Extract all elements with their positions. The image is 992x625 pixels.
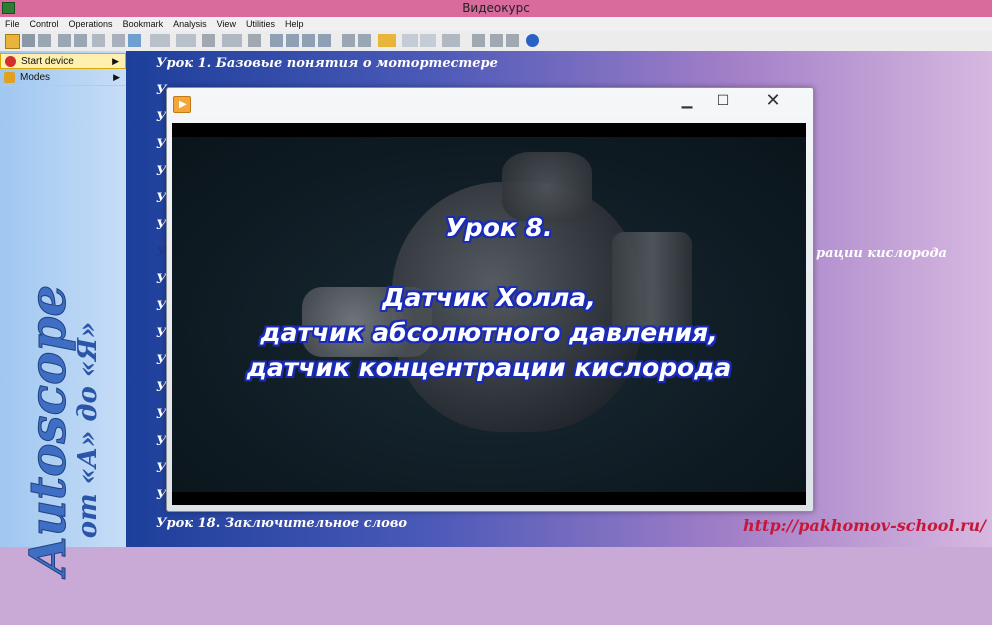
lesson-row-partial[interactable]: У — [156, 380, 167, 395]
open-folder-icon[interactable] — [5, 34, 20, 49]
lesson-row-partial[interactable]: У — [156, 245, 167, 260]
lesson-row-partial[interactable]: У — [156, 272, 167, 287]
modes-item[interactable]: Modes ▶ — [0, 70, 126, 86]
modes-icon — [4, 72, 15, 83]
brand-logo: Autoscope от «А» до «Я» — [18, 235, 104, 625]
close-icon[interactable]: ✕ — [752, 89, 794, 111]
layout-icon[interactable] — [358, 34, 371, 47]
video-frame: Урок 8. Датчик Холла, датчик абсолютного… — [172, 137, 806, 492]
paste-icon[interactable] — [74, 34, 87, 47]
window2-icon[interactable] — [420, 34, 436, 47]
check-down-icon[interactable] — [286, 34, 299, 47]
video-area[interactable]: Урок 8. Датчик Холла, датчик абсолютного… — [172, 123, 806, 505]
video-title-line1: Урок 8. — [445, 213, 553, 242]
website-link[interactable]: http://pakhomov-school.ru/ — [743, 516, 986, 535]
title-bar: Видеокурс — [0, 0, 992, 17]
copy-icon[interactable] — [58, 34, 71, 47]
menu-analysis[interactable]: Analysis — [168, 17, 212, 29]
lesson-row-partial[interactable]: У — [156, 218, 167, 233]
left-panel: Start device ▶ Modes ▶ Autoscope от «А» … — [0, 51, 126, 576]
brand-title: Autoscope — [18, 284, 78, 576]
grid-icon[interactable] — [342, 34, 355, 47]
video-title-line3: датчик абсолютного давления, — [260, 318, 718, 347]
lesson-1[interactable]: Урок 1. Базовые понятия о мотортестере — [156, 56, 498, 71]
save-icon[interactable] — [22, 34, 35, 47]
minimize-icon[interactable]: ▁ — [674, 89, 700, 111]
start-device-label: Start device — [21, 56, 74, 67]
power-icon — [5, 56, 16, 67]
lesson-18[interactable]: Урок 18. Заключительное слово — [156, 516, 407, 531]
lesson-row-partial[interactable]: У — [156, 83, 167, 98]
folder-dropdown-icon[interactable] — [378, 34, 396, 47]
menu-bookmark[interactable]: Bookmark — [118, 17, 169, 29]
menu-bar: File Control Operations Bookmark Analysis Vie… — [0, 17, 992, 31]
lesson-row-partial[interactable]: У — [156, 191, 167, 206]
help-icon[interactable] — [526, 34, 539, 47]
modes-label: Modes — [20, 72, 51, 83]
distributor-cap-image — [502, 152, 592, 222]
zoom-in-icon[interactable] — [150, 34, 170, 47]
lesson-row-partial[interactable]: У — [156, 326, 167, 341]
lesson-row-partial[interactable]: У — [156, 353, 167, 368]
lesson-row-partial[interactable]: У — [156, 110, 167, 125]
filter-icon[interactable] — [318, 34, 331, 47]
brand-subtitle: от «А» до «Я» — [73, 321, 103, 539]
menu-control[interactable]: Control — [25, 17, 64, 29]
marker-icon[interactable] — [248, 34, 261, 47]
window-icon[interactable] — [402, 34, 418, 47]
panel2-icon[interactable] — [490, 34, 503, 47]
menu-file[interactable]: File — [0, 17, 25, 29]
lesson-row-partial[interactable]: У — [156, 461, 167, 476]
video-player-window: ▶ ▁ ☐ ✕ Урок 8. Датчик Холла, датчик абс… — [166, 87, 814, 512]
maximize-icon[interactable]: ☐ — [710, 89, 736, 111]
zoom-out-icon[interactable] — [176, 34, 196, 47]
panel-icon[interactable] — [472, 34, 485, 47]
lesson-row-partial[interactable]: У — [156, 434, 167, 449]
lesson-row-partial[interactable]: У — [156, 299, 167, 314]
measure-icon[interactable] — [128, 34, 141, 47]
print-icon[interactable] — [38, 34, 51, 47]
menu-utilities[interactable]: Utilities — [241, 17, 280, 29]
cut-icon[interactable] — [92, 34, 105, 47]
scope-icon[interactable] — [442, 34, 460, 47]
lesson-8-partial[interactable]: рации кислорода — [816, 246, 947, 261]
chevron-right-icon: ▶ — [113, 72, 120, 82]
window-title: Видеокурс — [462, 1, 530, 15]
lesson-row-partial[interactable]: У — [156, 488, 167, 503]
check-all-icon[interactable] — [302, 34, 315, 47]
undo-icon[interactable] — [202, 34, 215, 47]
lesson-row-partial[interactable]: У — [156, 407, 167, 422]
lesson-row-partial[interactable]: У — [156, 137, 167, 152]
menu-help[interactable]: Help — [280, 17, 309, 29]
toolbar — [0, 31, 992, 52]
chevron-right-icon: ▶ — [112, 56, 119, 66]
video-title-line2: Датчик Холла, — [382, 283, 596, 312]
video-title-line4: датчик концентрации кислорода — [246, 353, 732, 382]
cursor-icon[interactable] — [112, 34, 125, 47]
start-device-item[interactable]: Start device ▶ — [0, 53, 126, 69]
settings-icon[interactable] — [506, 34, 519, 47]
menu-view[interactable]: View — [212, 17, 241, 29]
play-icon: ▶ — [173, 96, 191, 113]
lesson-row-partial[interactable]: У — [156, 164, 167, 179]
channel-icon[interactable] — [222, 34, 242, 47]
check-icon[interactable] — [270, 34, 283, 47]
menu-operations[interactable]: Operations — [64, 17, 118, 29]
